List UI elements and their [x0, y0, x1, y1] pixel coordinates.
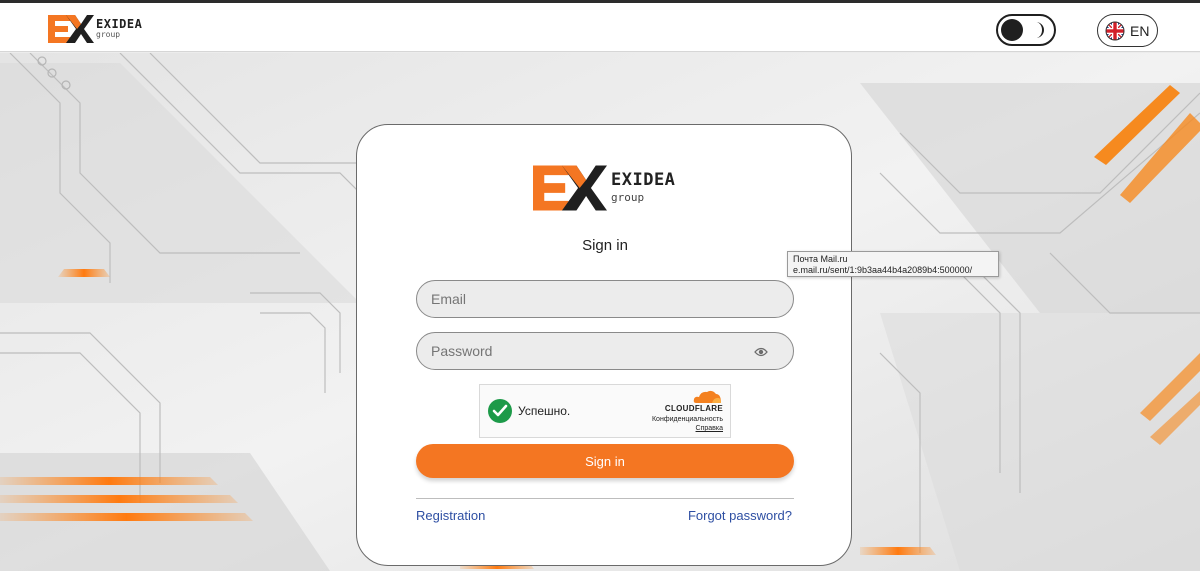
- login-card: EXIDEA group Sign in Успешно. CLOUDFLARE…: [356, 124, 852, 566]
- password-field[interactable]: [416, 332, 794, 370]
- forgot-password-link[interactable]: Forgot password?: [688, 508, 792, 523]
- email-field[interactable]: [416, 280, 794, 318]
- card-logo: EXIDEA group: [533, 165, 683, 215]
- card-brand-sub: group: [611, 191, 645, 204]
- theme-toggle[interactable]: [996, 14, 1056, 46]
- link-tooltip: Почта Mail.ru e.mail.ru/sent/1:9b3aa44b4…: [787, 251, 999, 277]
- moon-icon: [1036, 22, 1044, 38]
- captcha-status: Успешно.: [518, 404, 571, 418]
- exidea-logo-icon: [48, 15, 94, 43]
- language-selector[interactable]: EN: [1097, 14, 1158, 47]
- cloudflare-logo-icon: [693, 390, 721, 403]
- page-title: Sign in: [582, 237, 628, 254]
- sign-in-button[interactable]: Sign in: [416, 444, 794, 478]
- header-logo[interactable]: EXIDEA group: [48, 13, 148, 45]
- top-navigation-bar: EXIDEA group EN: [0, 0, 1200, 52]
- header-brand-name: EXIDEA: [96, 17, 143, 31]
- exidea-logo-icon: [533, 165, 607, 211]
- cloudflare-captcha[interactable]: Успешно. CLOUDFLARE Конфиденциальность С…: [479, 384, 731, 438]
- registration-link[interactable]: Registration: [416, 508, 485, 523]
- captcha-help-link[interactable]: Справка: [696, 425, 723, 432]
- tooltip-url: e.mail.ru/sent/1:9b3aa44b4a2089b4:500000…: [793, 265, 973, 275]
- captcha-provider: CLOUDFLARE: [664, 404, 723, 413]
- uk-flag-icon: [1105, 21, 1125, 41]
- tooltip-title: Почта Mail.ru: [793, 254, 848, 264]
- language-label: EN: [1130, 23, 1150, 39]
- card-brand-name: EXIDEA: [611, 170, 676, 190]
- header-brand-sub: group: [96, 30, 121, 39]
- captcha-privacy-link[interactable]: Конфиденциальность: [652, 416, 723, 423]
- success-check-icon: [488, 399, 512, 423]
- toggle-knob: [1001, 19, 1023, 41]
- eye-icon[interactable]: [754, 346, 768, 358]
- divider: [416, 498, 794, 499]
